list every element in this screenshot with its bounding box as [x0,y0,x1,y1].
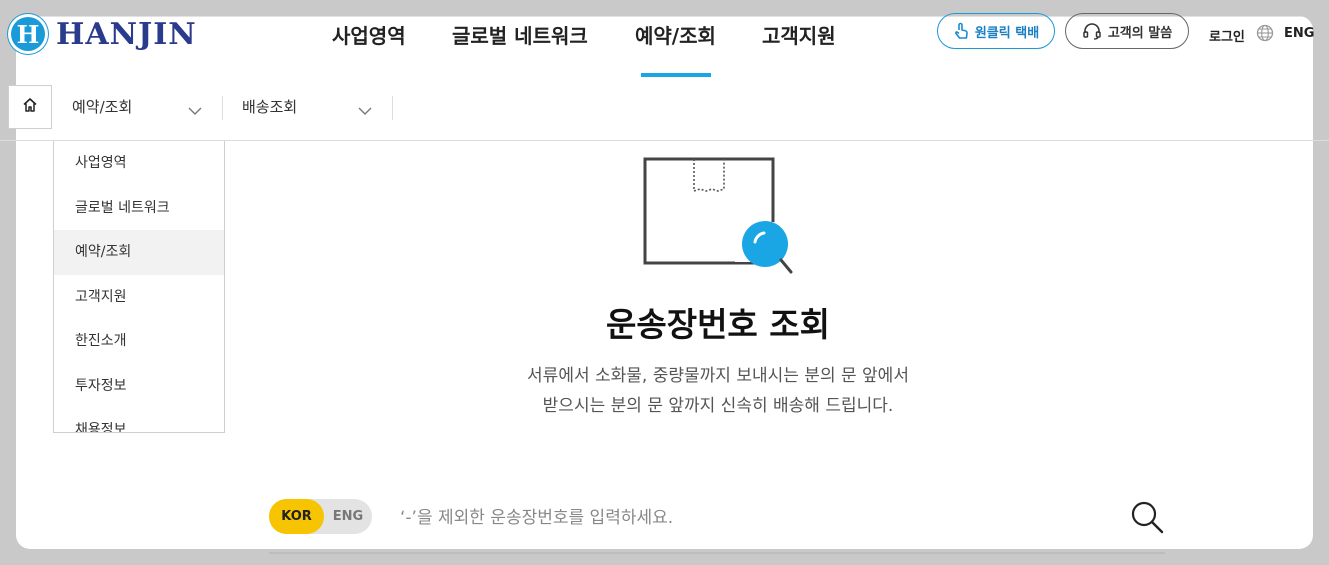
home-button[interactable] [8,85,52,129]
breadcrumb-separator [222,96,223,120]
breadcrumb-separator [392,96,393,120]
search-underline [269,552,1165,554]
customer-voice-button[interactable]: 고객의 말씀 [1065,13,1189,49]
toggle-kor[interactable]: KOR [269,499,324,534]
login-link[interactable]: 로그인 [1209,26,1245,45]
parcel-search-icon [640,154,795,280]
dropdown-item-global-network[interactable]: 글로벌 네트워크 [54,186,224,231]
gnb-item-support[interactable]: 고객지원 [762,20,836,49]
language-switch[interactable]: ENG [1284,26,1314,41]
home-icon [22,97,38,117]
toggle-eng[interactable]: ENG [324,499,372,534]
chevron-down-icon[interactable] [357,101,373,120]
dropdown-item-business[interactable]: 사업영역 [54,141,224,186]
voice-label: 고객의 말씀 [1107,25,1173,41]
search-language-toggle: KOR ENG [269,499,372,534]
oneclick-delivery-button[interactable]: 원클릭 택배 [937,13,1055,49]
globe-icon [1256,24,1274,46]
logo-text: HANJIN [56,16,197,52]
gnb-item-business[interactable]: 사업영역 [332,20,406,49]
chevron-down-icon[interactable] [187,101,203,120]
search-button[interactable] [1129,499,1165,535]
breadcrumb-level2[interactable]: 배송조회 [242,96,297,117]
hand-tap-icon [953,22,969,40]
dropdown-item-reservation[interactable]: 예약/조회 [54,230,224,275]
page-description: 서류에서 소화물, 중량물까지 보내시는 분의 문 앞에서 받으시는 분의 문 … [0,361,1329,421]
page-title: 운송장번호 조회 [605,305,830,344]
description-line-1: 서류에서 소화물, 중량물까지 보내시는 분의 문 앞에서 [527,366,909,386]
gnb-item-global-network[interactable]: 글로벌 네트워크 [452,20,588,49]
gnb-item-reservation[interactable]: 예약/조회 [635,20,716,49]
oneclick-label: 원클릭 택배 [974,25,1040,41]
hanjin-logo[interactable]: H HANJIN [8,14,197,54]
tracking-number-input[interactable] [398,500,1122,536]
breadcrumb-level1[interactable]: 예약/조회 [72,96,132,117]
hanjin-logo-icon: H [8,14,48,54]
search-icon [1129,501,1165,539]
gnb-active-indicator [641,73,711,77]
headset-icon [1082,22,1102,40]
description-line-2: 받으시는 분의 문 앞까지 신속히 배송해 드립니다. [542,396,894,416]
